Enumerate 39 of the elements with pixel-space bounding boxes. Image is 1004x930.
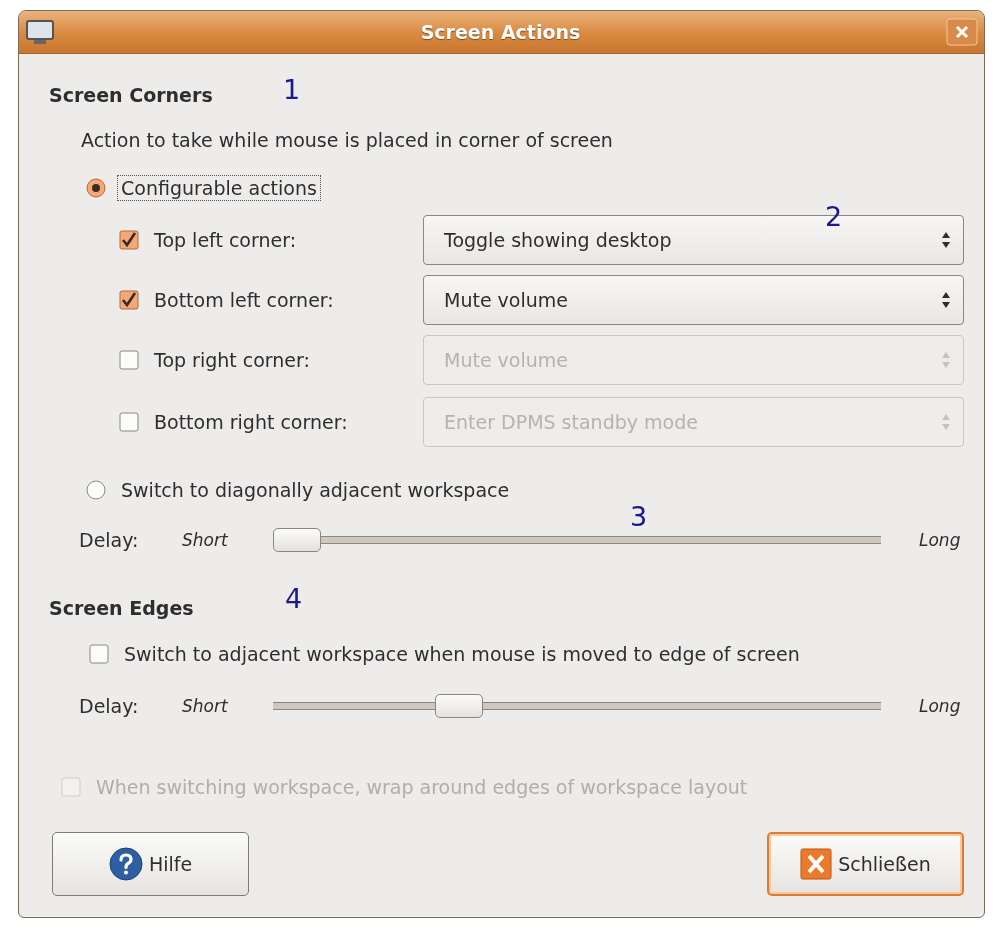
annotation-number: 1 [283,75,301,105]
help-icon [108,847,143,881]
updown-arrows-icon [941,413,951,431]
close-button[interactable]: Schließen [767,832,964,896]
window-title: Screen Actions [419,21,582,43]
close-icon[interactable] [946,18,978,46]
help-button[interactable]: Hilfe [52,832,249,896]
radio-label: Switch to diagonally adjacent workspace [120,478,511,503]
delay-label: Delay: [79,529,140,551]
checkbox-label: Top left corner: [153,228,298,253]
slider-thumb[interactable] [273,528,321,552]
checkbox[interactable] [89,644,109,664]
updown-arrows-icon [941,351,951,369]
section-heading: Screen Corners [49,84,213,106]
updown-arrows-icon [941,291,951,309]
slider-max-label: Long [919,530,961,550]
window-icon [25,19,55,45]
section-heading: Screen Edges [49,597,194,619]
checkbox[interactable] [119,230,139,250]
slider-max-label: Long [919,696,961,716]
checkbox-label: When switching workspace, wrap around edges of workspace layout [95,775,749,800]
radio-label: Configurable actions [117,175,321,201]
checkbox-label: Bottom left corner: [153,288,335,313]
slider-min-label: Short [182,696,229,716]
dropdown[interactable]: Mute volume [423,275,964,325]
checkbox-label: Bottom right corner: [153,410,349,435]
delay-label: Delay: [79,695,140,717]
radio-button[interactable] [86,480,106,500]
description-text: Action to take while mouse is placed in corner of screen [81,129,613,151]
updown-arrows-icon [941,231,951,249]
checkbox-label: Switch to adjacent workspace when mouse is moved to edge of screen [123,642,801,667]
radio-button[interactable] [86,178,106,198]
annotation-number: 3 [630,502,648,532]
slider-thumb[interactable] [435,694,484,718]
checkbox-label: Top right corner: [153,348,311,373]
checkbox[interactable] [119,290,139,310]
slider-min-label: Short [182,530,229,550]
annotation-number: 4 [285,584,303,614]
close-icon [800,848,833,880]
